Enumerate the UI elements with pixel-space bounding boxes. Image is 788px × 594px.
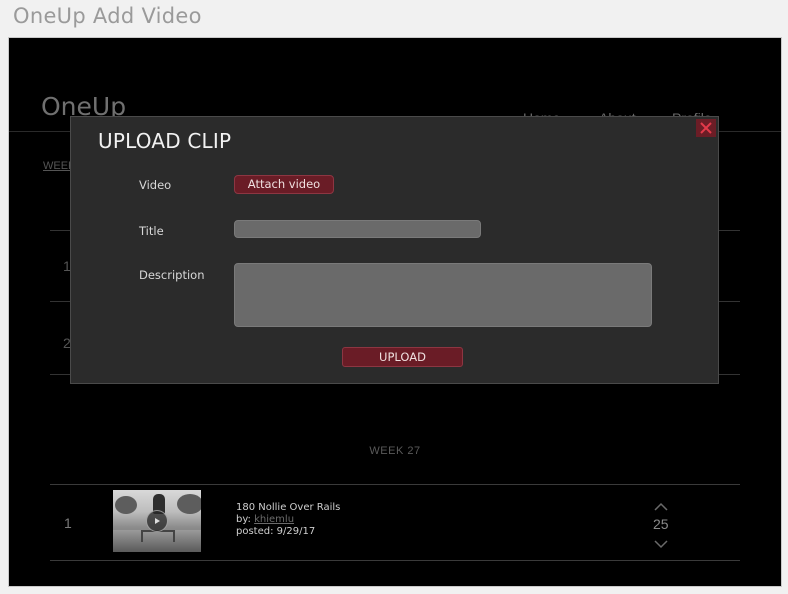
chevron-up-icon xyxy=(654,502,668,511)
clip-rank: 1 xyxy=(64,515,72,531)
by-label: by: xyxy=(236,514,251,525)
week-heading: WEEK 27 xyxy=(369,445,421,457)
posted-label: posted: xyxy=(236,526,274,537)
clip-posted: posted: 9/29/17 xyxy=(236,526,340,538)
description-input[interactable] xyxy=(234,263,652,327)
divider xyxy=(50,484,740,485)
clip-byline: by: khiemlu xyxy=(236,514,340,526)
vote-count: 25 xyxy=(653,516,669,532)
play-icon xyxy=(155,518,160,524)
clip-title[interactable]: 180 Nollie Over Rails xyxy=(236,502,340,514)
tree-shape xyxy=(115,496,137,514)
title-label: Title xyxy=(139,224,164,238)
upload-clip-modal: UPLOAD CLIP Video Attach video Title Des… xyxy=(70,116,719,384)
divider xyxy=(50,560,740,561)
tree-shape xyxy=(177,494,201,514)
description-label: Description xyxy=(139,268,205,282)
modal-title: UPLOAD CLIP xyxy=(98,129,232,153)
close-button[interactable] xyxy=(696,119,716,137)
clip-thumbnail[interactable] xyxy=(113,490,201,552)
upload-button[interactable]: UPLOAD xyxy=(342,347,463,367)
close-icon xyxy=(700,122,712,134)
play-button[interactable] xyxy=(146,510,168,532)
clip-info: 180 Nollie Over Rails by: khiemlu posted… xyxy=(236,502,340,538)
upvote-button[interactable] xyxy=(654,498,668,516)
title-input[interactable] xyxy=(234,220,481,238)
posted-date: 9/29/17 xyxy=(276,526,316,537)
downvote-button[interactable] xyxy=(654,536,668,554)
video-label: Video xyxy=(139,178,172,192)
chevron-down-icon xyxy=(654,540,668,549)
attach-video-button[interactable]: Attach video xyxy=(234,175,334,194)
clip-user-link[interactable]: khiemlu xyxy=(254,514,294,525)
window-title: OneUp Add Video xyxy=(13,4,202,28)
